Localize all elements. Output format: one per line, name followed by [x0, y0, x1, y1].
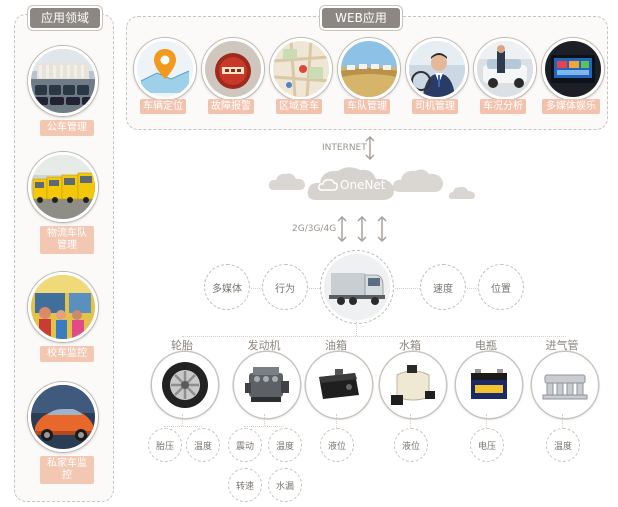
intake-temperature-node: 温度	[546, 428, 580, 462]
water-down-line	[410, 414, 411, 428]
internet-arrow-icon	[365, 136, 375, 160]
intake-pipe-photo	[532, 352, 598, 418]
tire-temperature-node: 温度	[186, 428, 220, 462]
application-areas-title: 应用领域	[30, 8, 100, 28]
fuel-level-node: 液位	[320, 428, 354, 462]
battery-voltage-node: 电压	[470, 428, 504, 462]
engine-sub-line	[244, 426, 284, 427]
vehicle-location-photo	[134, 38, 196, 100]
engine-down-line	[264, 414, 265, 426]
multimedia-node: 多媒体	[204, 264, 250, 310]
tire-down-line	[182, 414, 183, 426]
cloud-icon	[448, 186, 475, 199]
battery-down-line	[486, 414, 487, 428]
water-tank-photo	[380, 352, 446, 418]
onenet-logo-icon	[318, 179, 338, 191]
engine-vibration-node: 震动	[228, 428, 262, 462]
behavior-node: 行为	[262, 264, 308, 310]
web-label-multimedia-entertainment[interactable]: 多媒体娱乐	[542, 99, 600, 114]
web-label-fleet-management[interactable]: 车队管理	[344, 99, 390, 114]
fault-alarm-photo	[202, 38, 264, 100]
school-bus-photo	[28, 272, 98, 342]
position-node: 位置	[478, 264, 524, 310]
engine-photo	[234, 352, 300, 418]
fuel-down-line	[336, 414, 337, 428]
component-label-fuel-tank: 油箱	[325, 339, 347, 352]
private-car-photo	[28, 382, 98, 452]
component-label-battery: 电瓶	[475, 339, 497, 352]
fleet-management-photo	[338, 38, 400, 100]
component-label-intake-pipe: 进气管	[545, 339, 579, 352]
side-label-bus: 公车管理	[40, 120, 94, 136]
onenet-label: OneNet	[340, 178, 386, 192]
area-search-photo	[270, 38, 332, 100]
driver-management-photo	[406, 38, 468, 100]
web-label-vehicle-analysis[interactable]: 车况分析	[480, 99, 526, 114]
fuel-tank-photo	[306, 352, 372, 418]
engine-rpm-node: 转速	[228, 468, 262, 502]
battery-photo	[456, 352, 522, 418]
cloud-icon	[268, 173, 305, 190]
multimedia-entertainment-photo	[542, 38, 604, 100]
cellular-label: 2G/3G/4G	[292, 224, 337, 234]
side-label-private-car: 私家车监控	[40, 456, 94, 484]
logistics-fleet-photo	[28, 152, 98, 222]
web-application-title: WEB应用	[322, 8, 400, 28]
web-label-area-search[interactable]: 区域查车	[276, 99, 322, 114]
hub-down-line	[356, 322, 357, 336]
components-bus-line	[182, 336, 566, 337]
bus-photo	[28, 46, 98, 116]
vehicle-analysis-photo	[474, 38, 536, 100]
intake-down-line	[562, 414, 563, 428]
component-label-tire: 轮胎	[171, 339, 193, 352]
engine-water-leak-node: 水漏	[268, 468, 302, 502]
web-label-driver-management[interactable]: 司机管理	[412, 99, 458, 114]
component-label-engine: 发动机	[247, 339, 281, 352]
web-label-vehicle-location[interactable]: 车辆定位	[140, 99, 186, 114]
cloud-icon	[392, 169, 443, 192]
tire-pressure-node: 胎压	[148, 428, 182, 462]
truck-hub-photo	[320, 250, 394, 324]
speed-node: 速度	[420, 264, 466, 310]
tire-sub-line	[164, 426, 202, 427]
engine-temperature-node: 温度	[268, 428, 302, 462]
water-level-node: 液位	[394, 428, 428, 462]
tire-photo	[152, 352, 218, 418]
internet-label: INTERNET	[322, 143, 367, 153]
side-label-logistics: 物流车队管理	[40, 226, 94, 254]
cellular-arrows-icon	[337, 216, 387, 242]
component-label-water-tank: 水箱	[399, 339, 421, 352]
side-label-school-bus: 校车监控	[40, 346, 94, 362]
web-label-fault-alarm[interactable]: 故障报警	[208, 99, 254, 114]
